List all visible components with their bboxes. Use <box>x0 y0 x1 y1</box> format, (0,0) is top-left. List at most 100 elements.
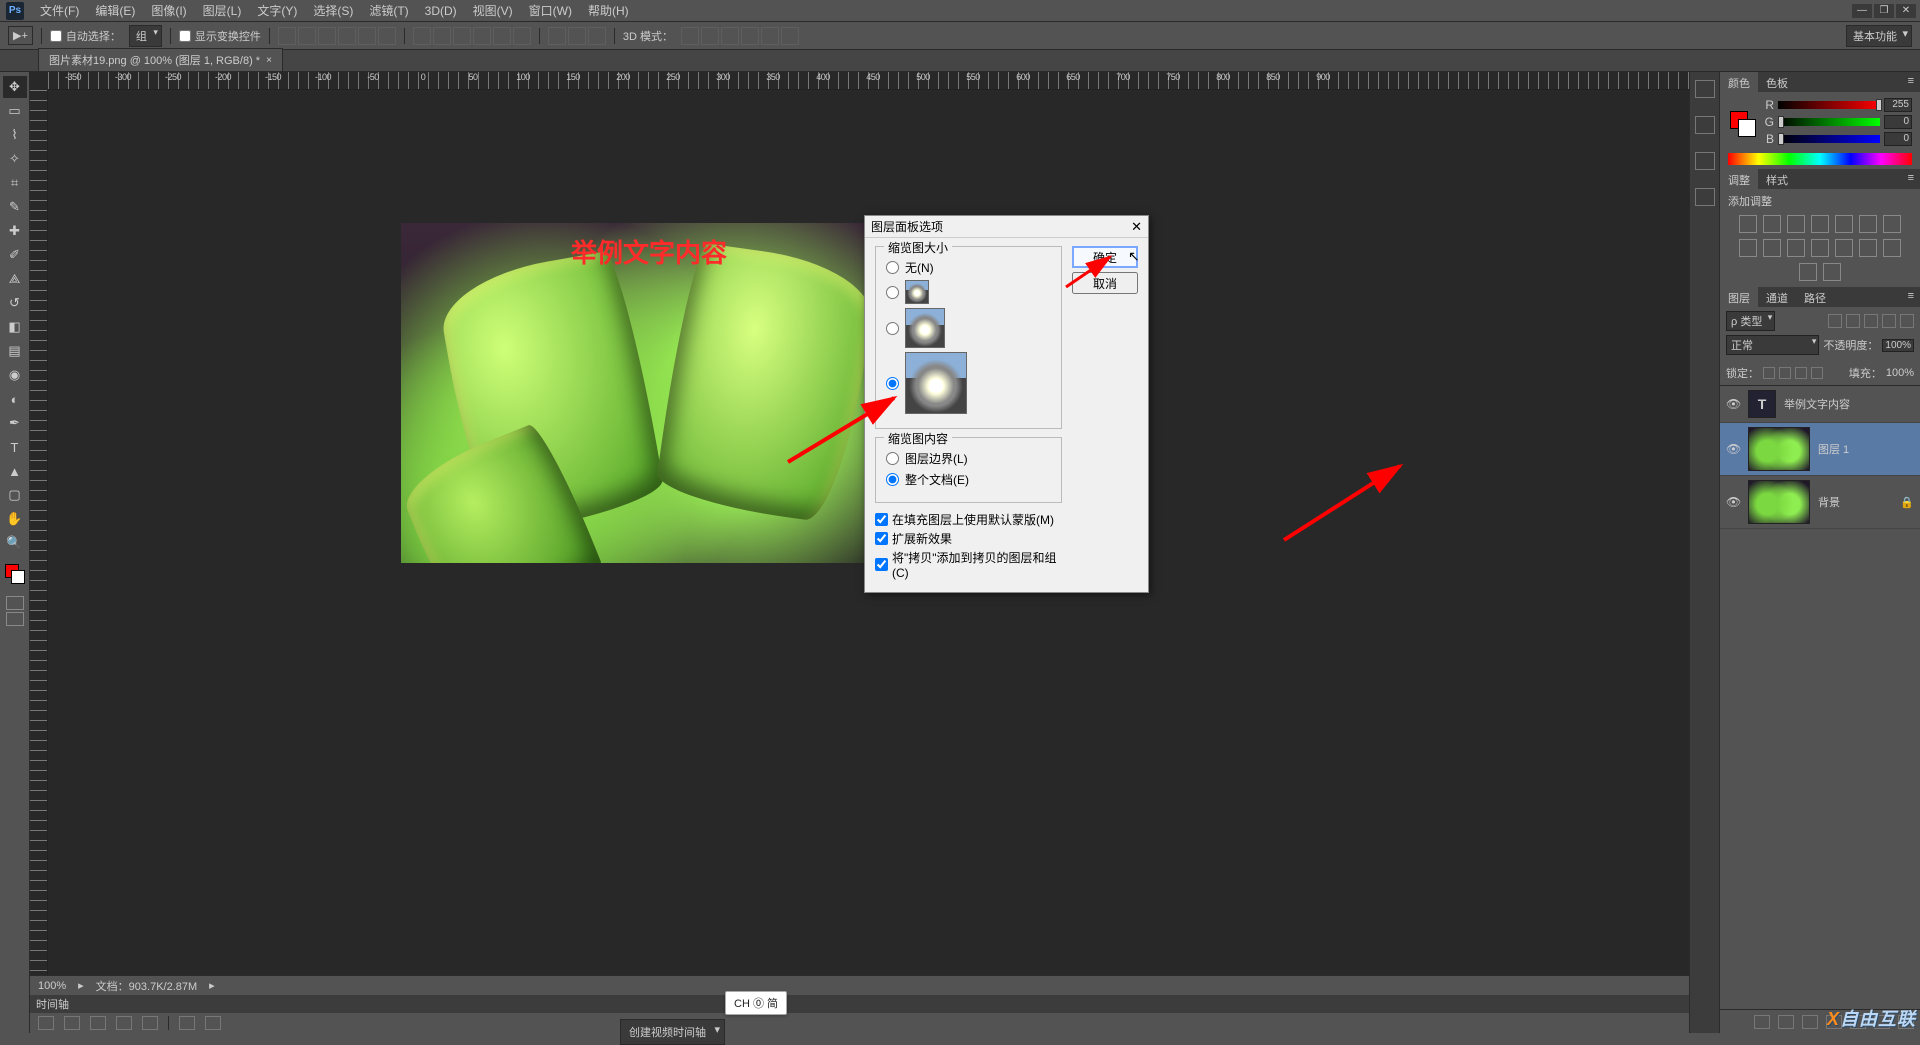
path-selection-tool[interactable]: ▲ <box>3 460 27 482</box>
menu-3d[interactable]: 3D(D) <box>417 4 465 18</box>
visibility-icon[interactable]: 👁 <box>1726 495 1740 509</box>
g-slider[interactable] <box>1778 118 1880 126</box>
menu-file[interactable]: 文件(F) <box>32 2 87 19</box>
workspace-switcher[interactable]: 基本功能 <box>1846 25 1912 47</box>
thumb-content-doc-radio[interactable]: 整个文档(E) <box>886 471 1051 488</box>
create-video-timeline-button[interactable]: 创建视频时间轴 <box>620 1019 725 1045</box>
expand-new-effects-checkbox[interactable]: 扩展新效果 <box>875 530 1062 547</box>
character-panel-icon[interactable] <box>1695 152 1715 170</box>
clone-stamp-tool[interactable]: ⟁ <box>3 268 27 290</box>
magic-wand-tool[interactable]: ✧ <box>3 148 27 170</box>
layer-row-text[interactable]: 👁 T 举例文字内容 <box>1720 386 1920 423</box>
filter-image-icon[interactable] <box>1828 314 1842 328</box>
color-panel-menu-icon[interactable]: ≡ <box>1902 72 1920 92</box>
gradient-tool[interactable]: ▤ <box>3 340 27 362</box>
posterize-icon[interactable] <box>1835 239 1853 257</box>
lock-all-icon[interactable] <box>1811 367 1823 379</box>
zoom-tool[interactable]: 🔍 <box>3 532 27 554</box>
thumb-size-large-radio[interactable] <box>886 352 1051 414</box>
timeline-cut-icon[interactable] <box>179 1016 195 1030</box>
swatches-tab[interactable]: 色板 <box>1758 72 1796 92</box>
eyedropper-tool[interactable]: ✎ <box>3 196 27 218</box>
lock-transparency-icon[interactable] <box>1763 367 1775 379</box>
timeline-tab[interactable]: 时间轴 <box>36 996 69 1012</box>
adjustments-tab[interactable]: 调整 <box>1720 169 1758 189</box>
type-tool[interactable]: T <box>3 436 27 458</box>
hue-icon[interactable] <box>1859 215 1877 233</box>
thumb-size-small-radio[interactable] <box>886 280 1051 304</box>
auto-select-checkbox[interactable]: 自动选择： <box>50 28 121 44</box>
zoom-level[interactable]: 100% <box>38 980 66 992</box>
menu-type[interactable]: 文字(Y) <box>249 2 305 19</box>
menu-image[interactable]: 图像(I) <box>143 2 194 19</box>
b-slider[interactable] <box>1778 135 1880 143</box>
styles-tab[interactable]: 样式 <box>1758 169 1796 189</box>
channels-tab[interactable]: 通道 <box>1758 287 1796 307</box>
menu-layer[interactable]: 图层(L) <box>195 2 250 19</box>
filter-smart-icon[interactable] <box>1900 314 1914 328</box>
color-lookup-icon[interactable] <box>1787 239 1805 257</box>
window-minimize[interactable]: — <box>1852 4 1872 18</box>
channel-mixer-icon[interactable] <box>1763 239 1781 257</box>
filter-type-icon[interactable] <box>1864 314 1878 328</box>
color-tab[interactable]: 颜色 <box>1720 72 1758 92</box>
paths-tab[interactable]: 路径 <box>1796 287 1834 307</box>
thumb-size-none-radio[interactable]: 无(N) <box>886 259 1051 276</box>
history-panel-icon[interactable] <box>1695 80 1715 98</box>
timeline-prev-frame-icon[interactable] <box>64 1016 80 1030</box>
lock-pixels-icon[interactable] <box>1779 367 1791 379</box>
levels-icon[interactable] <box>1763 215 1781 233</box>
filter-adjust-icon[interactable] <box>1846 314 1860 328</box>
move-tool[interactable]: ✥ <box>3 76 27 98</box>
timeline-next-frame-icon[interactable] <box>116 1016 132 1030</box>
timeline-transition-icon[interactable] <box>205 1016 221 1030</box>
brightness-icon[interactable] <box>1739 215 1757 233</box>
menu-view[interactable]: 视图(V) <box>465 2 521 19</box>
hue-strip[interactable] <box>1728 153 1912 165</box>
menu-edit[interactable]: 编辑(E) <box>87 2 143 19</box>
layers-tab[interactable]: 图层 <box>1720 287 1758 307</box>
layer-style-icon[interactable] <box>1778 1015 1794 1029</box>
menu-help[interactable]: 帮助(H) <box>580 2 637 19</box>
history-brush-tool[interactable]: ↺ <box>3 292 27 314</box>
color-panel-swatches[interactable] <box>1728 109 1758 139</box>
blur-tool[interactable]: ◉ <box>3 364 27 386</box>
timeline-audio-icon[interactable] <box>142 1016 158 1030</box>
thumb-size-medium-radio[interactable] <box>886 308 1051 348</box>
use-default-mask-checkbox[interactable]: 在填充图层上使用默认蒙版(M) <box>875 511 1062 528</box>
r-slider[interactable] <box>1778 101 1880 109</box>
visibility-icon[interactable]: 👁 <box>1726 397 1740 411</box>
opacity-value[interactable]: 100% <box>1882 339 1914 352</box>
photo-filter-icon[interactable] <box>1739 239 1757 257</box>
actions-panel-icon[interactable] <box>1695 188 1715 206</box>
adj-icon[interactable] <box>1823 263 1841 281</box>
curves-icon[interactable] <box>1787 215 1805 233</box>
layer-mask-icon[interactable] <box>1802 1015 1818 1029</box>
layers-panel-menu-icon[interactable]: ≡ <box>1902 287 1920 307</box>
vibrance-icon[interactable] <box>1835 215 1853 233</box>
document-tab[interactable]: 图片素材19.png @ 100% (图层 1, RGB/8) * × <box>38 48 283 71</box>
thumb-content-bounds-radio[interactable]: 图层边界(L) <box>886 450 1051 467</box>
exposure-icon[interactable] <box>1811 215 1829 233</box>
blend-mode-dropdown[interactable]: 正常 <box>1726 335 1819 355</box>
menu-select[interactable]: 选择(S) <box>305 2 361 19</box>
fill-value[interactable]: 100% <box>1886 367 1914 379</box>
bw-icon[interactable] <box>1883 215 1901 233</box>
adjust-panel-menu-icon[interactable]: ≡ <box>1902 169 1920 189</box>
g-value[interactable]: 0 <box>1884 115 1912 129</box>
layer-name[interactable]: 图层 1 <box>1818 441 1914 457</box>
menu-window[interactable]: 窗口(W) <box>521 2 580 19</box>
r-value[interactable]: 255 <box>1884 98 1912 112</box>
layer-filter-kind[interactable]: ρ 类型 <box>1726 311 1775 331</box>
show-transform-checkbox[interactable]: 显示变换控件 <box>179 28 261 44</box>
add-copy-suffix-checkbox[interactable]: 将"拷贝"添加到拷贝的图层和组(C) <box>875 549 1062 580</box>
layer-row-background[interactable]: 👁 背景 🔒 <box>1720 476 1920 529</box>
hand-tool[interactable]: ✋ <box>3 508 27 530</box>
link-layers-icon[interactable] <box>1754 1015 1770 1029</box>
filter-shape-icon[interactable] <box>1882 314 1896 328</box>
threshold-icon[interactable] <box>1859 239 1877 257</box>
timeline-first-frame-icon[interactable] <box>38 1016 54 1030</box>
auto-select-type-dropdown[interactable]: 组 <box>129 25 162 47</box>
crop-tool[interactable]: ⌗ <box>3 172 27 194</box>
color-swatches[interactable] <box>3 562 27 588</box>
